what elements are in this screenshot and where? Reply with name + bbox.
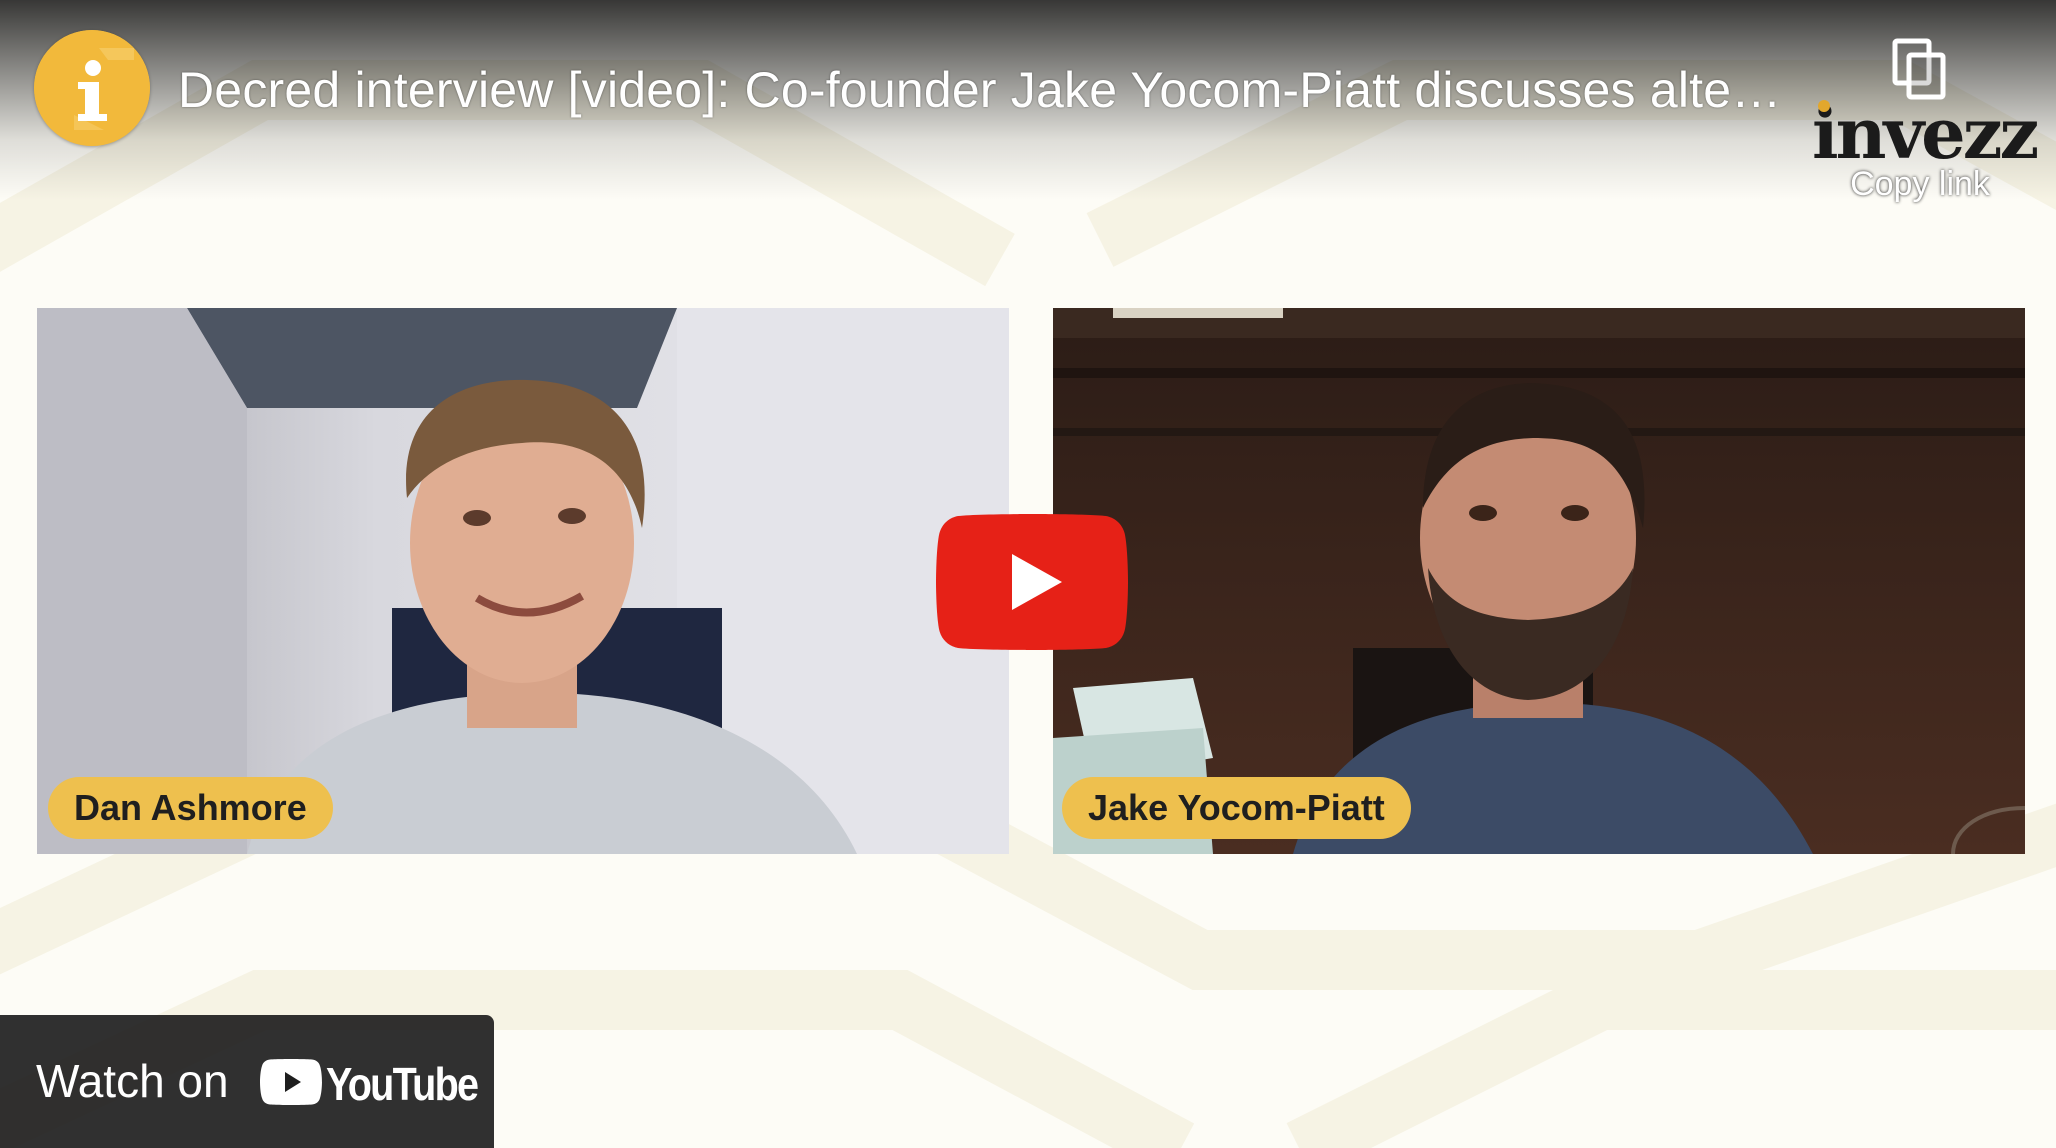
name-tag-dan: Dan Ashmore [48,777,333,839]
invezz-i-icon [34,30,150,146]
copy-link-label: Copy link [1850,165,1990,203]
watch-on-label: Watch on [36,1055,229,1107]
watch-on-youtube-button[interactable]: Watch on YouTube [0,1015,494,1148]
video-frame-right [1053,308,2025,854]
channel-avatar[interactable] [34,30,150,146]
name-tag-jake: Jake Yocom-Piatt [1062,777,1411,839]
video-feed-jake [1053,308,2025,854]
youtube-wordmark: YouTube [326,1058,479,1110]
video-frame-left [37,308,1009,854]
video-title[interactable]: Decred interview [video]: Co-founder Jak… [178,58,1798,122]
play-button[interactable] [935,514,1129,650]
youtube-logo-icon [260,1059,322,1105]
copy-icon [1892,38,1946,100]
play-icon [936,514,1128,650]
copy-link-button[interactable]: Copy link [1820,36,2020,203]
video-feed-dan [37,308,1009,854]
